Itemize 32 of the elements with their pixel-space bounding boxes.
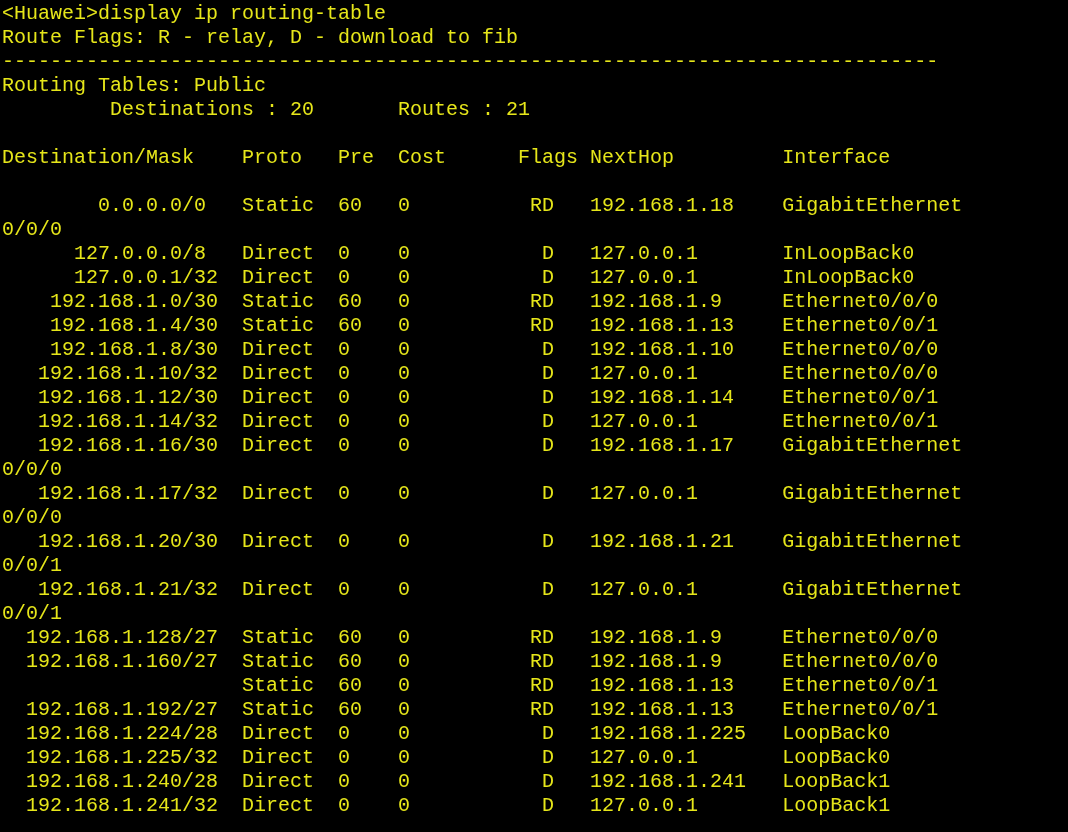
terminal-line: 192.168.1.0/30 Static 60 0 RD 192.168.1.9 Ethernet0/0/0 xyxy=(49,290,939,314)
terminal-line: 127.0.0.1/32 Direct 0 0 D 127.0.0.1 InLoopBack0 xyxy=(73,266,915,290)
terminal-line: 192.168.1.192/27 Static 60 0 RD 192.168.1.13 Ethernet0/0/1 xyxy=(25,698,939,722)
terminal-line: 192.168.1.14/32 Direct 0 0 D 127.0.0.1 Ethernet0/0/1 xyxy=(37,410,939,434)
terminal-line: 192.168.1.4/30 Static 60 0 RD 192.168.1.13 Ethernet0/0/1 xyxy=(49,314,939,338)
terminal-line: 192.168.1.160/27 Static 60 0 RD 192.168.1.9 Ethernet0/0/0 xyxy=(25,650,939,674)
terminal-line: Route Flags: R - relay, D - download to fib xyxy=(2,26,519,50)
terminal-line: ------------------------------------------------------------------------------ xyxy=(2,50,939,74)
terminal-line: 0/0/1 xyxy=(2,602,62,626)
terminal-line: 192.168.1.16/30 Direct 0 0 D 192.168.1.17 GigabitEthernet xyxy=(37,434,963,458)
terminal-line: Destinations : 20 Routes : 21 xyxy=(109,98,531,122)
terminal-line: 192.168.1.8/30 Direct 0 0 D 192.168.1.10 Ethernet0/0/0 xyxy=(49,338,939,362)
terminal-line: Static 60 0 RD 192.168.1.13 Ethernet0/0/1 xyxy=(241,674,939,698)
terminal-line: 0/0/0 xyxy=(2,458,62,482)
terminal-line: 192.168.1.225/32 Direct 0 0 D 127.0.0.1 LoopBack0 xyxy=(25,746,891,770)
terminal-line: 192.168.1.128/27 Static 60 0 RD 192.168.1.9 Ethernet0/0/0 xyxy=(25,626,939,650)
terminal-line: 0/0/0 xyxy=(2,218,62,242)
terminal-line: 192.168.1.224/28 Direct 0 0 D 192.168.1.225 LoopBack0 xyxy=(25,722,891,746)
terminal-line: 192.168.1.10/32 Direct 0 0 D 127.0.0.1 Ethernet0/0/0 xyxy=(37,362,939,386)
terminal-line: 127.0.0.0/8 Direct 0 0 D 127.0.0.1 InLoopBack0 xyxy=(73,242,915,266)
terminal-line: 192.168.1.17/32 Direct 0 0 D 127.0.0.1 GigabitEthernet xyxy=(37,482,963,506)
terminal-line: Destination/Mask Proto Pre Cost Flags NextHop Interface xyxy=(2,146,891,170)
terminal-line: <Huawei>display ip routing-table xyxy=(2,2,387,26)
terminal-line: 192.168.1.21/32 Direct 0 0 D 127.0.0.1 GigabitEthernet xyxy=(37,578,963,602)
terminal-line: 0/0/1 xyxy=(2,554,62,578)
terminal-line: Routing Tables: Public xyxy=(2,74,267,98)
terminal-line: 192.168.1.240/28 Direct 0 0 D 192.168.1.241 LoopBack1 xyxy=(25,770,891,794)
terminal-line: 0/0/0 xyxy=(2,506,62,530)
terminal-line: 192.168.1.241/32 Direct 0 0 D 127.0.0.1 LoopBack1 xyxy=(25,794,891,818)
terminal-line: 192.168.1.20/30 Direct 0 0 D 192.168.1.21 GigabitEthernet xyxy=(37,530,963,554)
terminal-line: 0.0.0.0/0 Static 60 0 RD 192.168.1.18 GigabitEthernet xyxy=(97,194,963,218)
terminal-line: 192.168.1.12/30 Direct 0 0 D 192.168.1.14 Ethernet0/0/1 xyxy=(37,386,939,410)
